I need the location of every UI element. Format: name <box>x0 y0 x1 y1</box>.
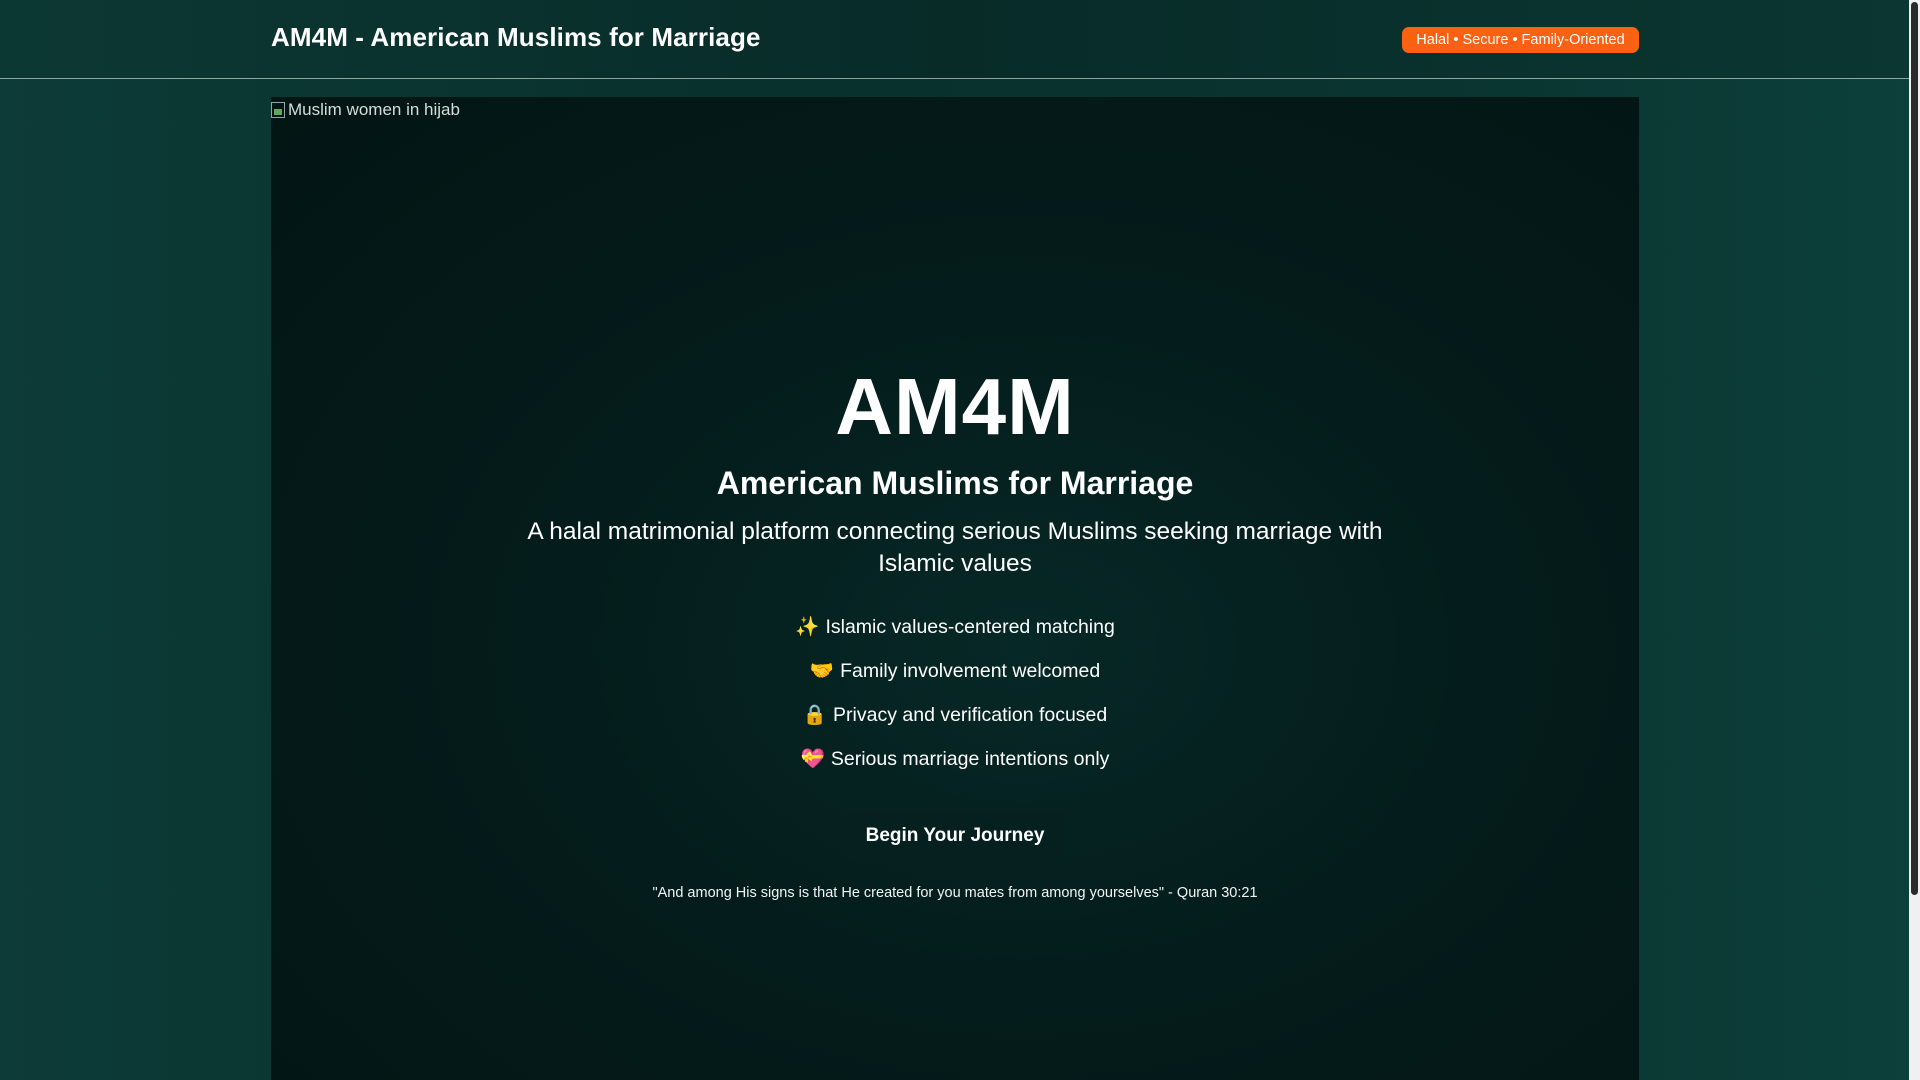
hero-logo: AM4M <box>835 362 1075 451</box>
feature-text: Privacy and verification focused <box>833 704 1108 726</box>
heart-with-ribbon-icon: 💝 <box>800 748 825 770</box>
feature-text: Serious marriage intentions only <box>830 748 1110 770</box>
feature-text: Islamic values-centered matching <box>825 616 1115 638</box>
page: AM4M - American Muslims for Marriage Hal… <box>0 0 1909 1080</box>
begin-journey-button[interactable]: Begin Your Journey <box>847 813 1063 859</box>
feature-item: 🔒 Privacy and verification focused <box>271 700 1639 744</box>
hero-description: A halal matrimonial platform connecting … <box>527 518 1383 577</box>
feature-list: ✨ Islamic values-centered matching 🤝 Famil… <box>271 612 1639 788</box>
hero-subtitle: American Muslims for Marriage <box>716 465 1194 501</box>
hero-image-alt-text: Muslim women in hijab <box>288 100 460 119</box>
feature-text: Family involvement welcomed <box>840 660 1101 682</box>
site-header: AM4M - American Muslims for Marriage Hal… <box>0 0 1909 79</box>
hero-section: Muslim women in hijab AM4M American Musl… <box>271 97 1639 1080</box>
lock-icon: 🔒 <box>802 704 828 726</box>
tagline-badge: Halal • Secure • Family-Oriented <box>1402 27 1639 53</box>
quran-quote: "And among His signs is that He created … <box>652 885 1258 901</box>
feature-item: ✨ Islamic values-centered matching <box>271 612 1639 656</box>
broken-image-icon <box>271 102 285 118</box>
feature-item: 🤝 Family involvement welcomed <box>271 656 1639 700</box>
handshake-icon: 🤝 <box>809 660 835 682</box>
feature-item: 💝 Serious marriage intentions only <box>271 744 1639 788</box>
sparkles-icon: ✨ <box>795 616 820 638</box>
hero-image: Muslim women in hijab <box>271 100 460 120</box>
site-title[interactable]: AM4M - American Muslims for Marriage <box>271 22 761 53</box>
vertical-scrollbar[interactable] <box>1909 0 1920 1080</box>
scrollbar-thumb[interactable] <box>1911 2 1918 895</box>
